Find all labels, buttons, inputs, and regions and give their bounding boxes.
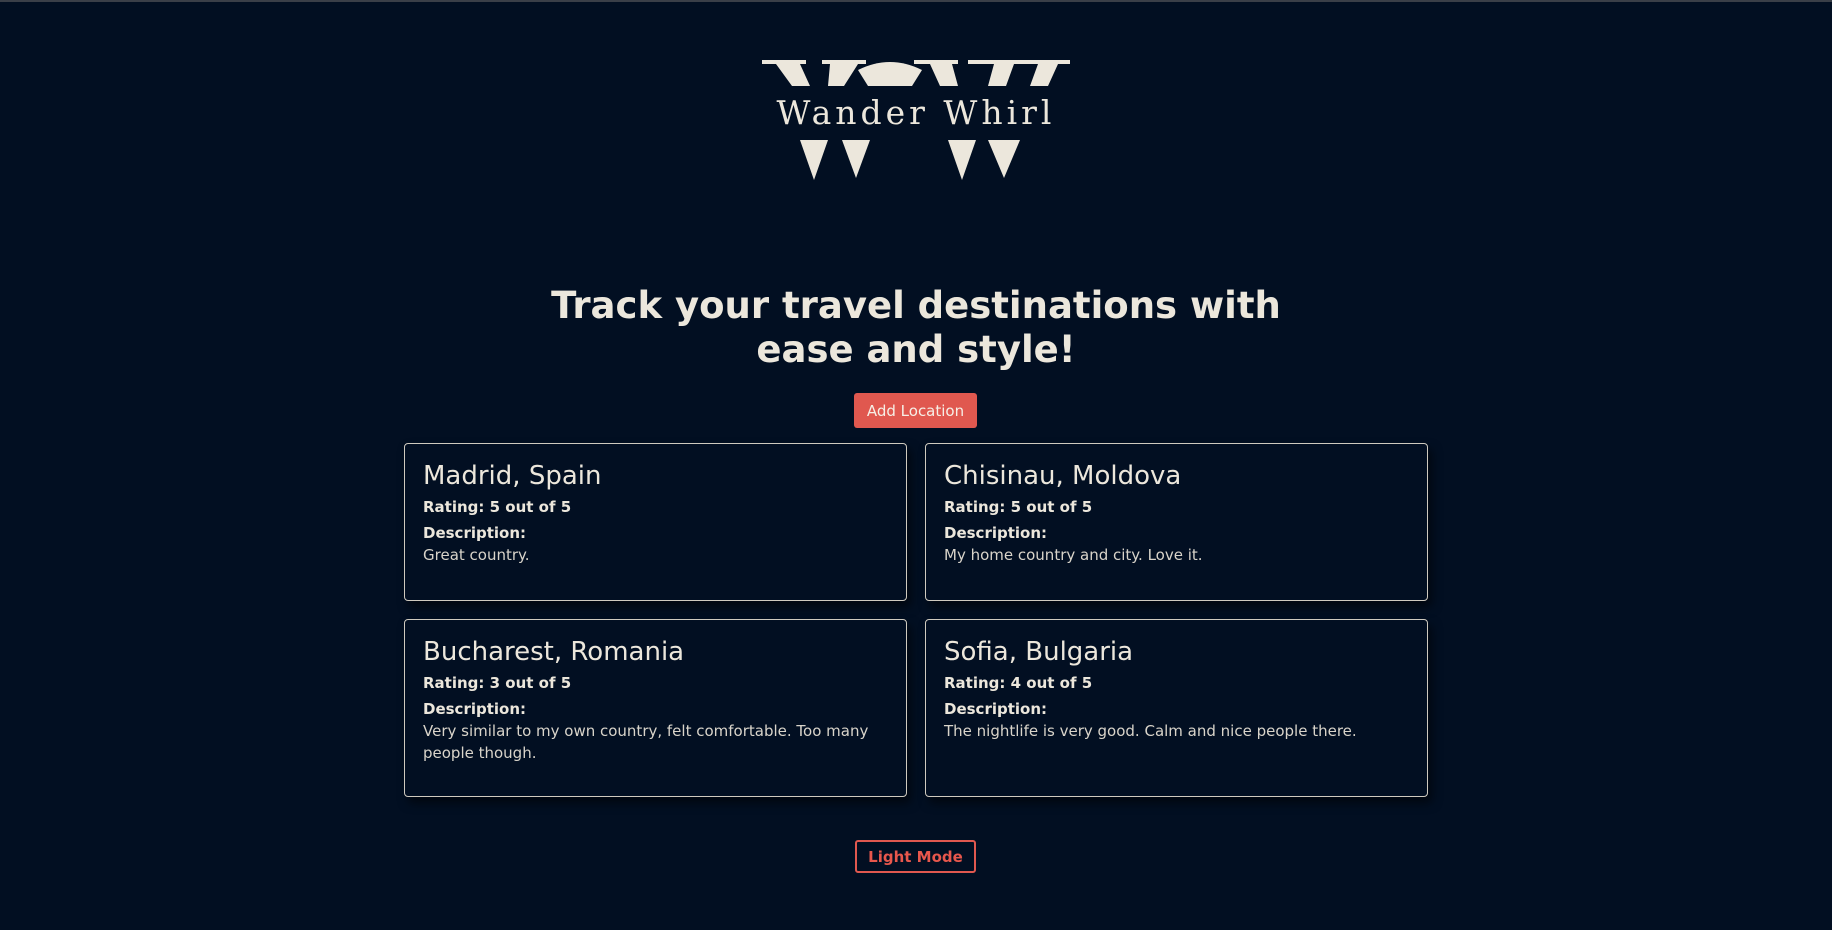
description-label: Description: (423, 524, 527, 542)
logo-wordmark: Wander Whirl (776, 93, 1056, 132)
page-title: Track your travel destinations with ease… (551, 284, 1281, 371)
wander-whirl-logo: Wander Whirl (762, 58, 1070, 180)
top-border (0, 0, 1832, 2)
location-card: Madrid, Spain Rating: 5 out of 5 Descrip… (404, 443, 907, 601)
location-card: Sofia, Bulgaria Rating: 4 out of 5 Descr… (925, 619, 1428, 797)
location-rating: Rating: 5 out of 5 (944, 498, 1093, 516)
location-title: Bucharest, Romania (423, 637, 685, 667)
location-description: Great country. (423, 546, 530, 564)
location-rating: Rating: 3 out of 5 (423, 674, 572, 692)
location-title: Sofia, Bulgaria (944, 637, 1134, 667)
location-title: Madrid, Spain (423, 461, 602, 491)
location-description: The nightlife is very good. Calm and nic… (944, 722, 1357, 740)
description-label: Description: (944, 524, 1048, 542)
description-label: Description: (423, 700, 527, 718)
location-rating: Rating: 5 out of 5 (423, 498, 572, 516)
location-description: Very similar to my own country, felt com… (423, 722, 869, 762)
location-description: My home country and city. Love it. (944, 546, 1203, 564)
description-label: Description: (944, 700, 1048, 718)
location-card: Chisinau, Moldova Rating: 5 out of 5 Des… (925, 443, 1428, 601)
location-card: Bucharest, Romania Rating: 3 out of 5 De… (404, 619, 907, 797)
add-location-button[interactable]: Add Location (854, 393, 977, 428)
location-title: Chisinau, Moldova (944, 461, 1182, 491)
location-rating: Rating: 4 out of 5 (944, 674, 1093, 692)
light-mode-toggle-button[interactable]: Light Mode (855, 840, 976, 873)
